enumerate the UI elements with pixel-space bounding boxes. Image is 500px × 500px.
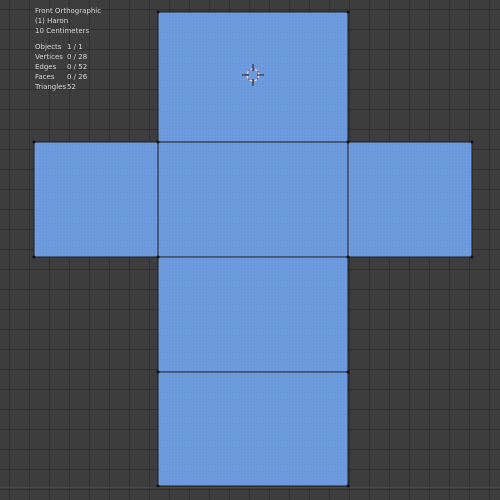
stat-row-faces: Faces 0 / 26 <box>35 72 101 82</box>
stat-value: 52 <box>67 83 76 91</box>
scene-statistics: Objects 1 / 1 Vertices 0 / 28 Edges 0 / … <box>35 42 101 92</box>
stat-label: Vertices <box>35 53 63 61</box>
object-name: (1) Haron <box>35 17 69 25</box>
stat-row-objects: Objects 1 / 1 <box>35 42 101 52</box>
stat-value: 0 / 52 <box>67 63 88 71</box>
stat-row-triangles: Triangles 52 <box>35 82 101 92</box>
stat-label: Edges <box>35 63 57 71</box>
grid-scale: 10 Centimeters <box>35 27 90 35</box>
3d-viewport[interactable]: Front Orthographic (1) Haron 10 Centimet… <box>0 0 500 500</box>
stat-label: Objects <box>35 43 62 51</box>
stat-value: 0 / 26 <box>67 73 88 81</box>
stat-row-vertices: Vertices 0 / 28 <box>35 52 101 62</box>
stat-value: 0 / 28 <box>67 53 88 61</box>
stat-row-edges: Edges 0 / 52 <box>35 62 101 72</box>
3d-cursor-icon[interactable] <box>242 64 264 86</box>
stat-label: Triangles <box>35 83 67 91</box>
stat-label: Faces <box>35 73 55 81</box>
stat-value: 1 / 1 <box>67 43 83 51</box>
viewport-info-overlay: Front Orthographic (1) Haron 10 Centimet… <box>35 6 101 92</box>
view-name: Front Orthographic <box>35 7 102 15</box>
